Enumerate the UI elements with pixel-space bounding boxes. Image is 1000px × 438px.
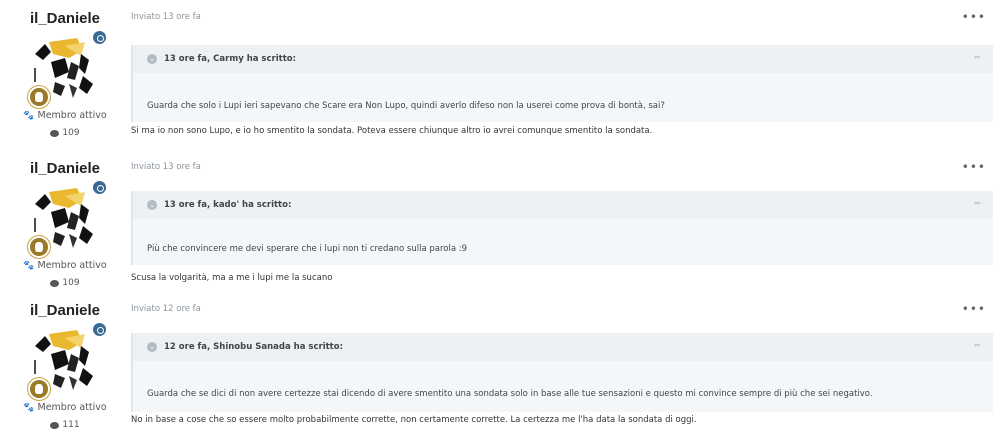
author-panel: il_Daniele 🐾 Membro attivo — [0, 160, 130, 288]
post-timestamp[interactable]: Inviato 13 ore fa — [131, 12, 201, 22]
author-panel: il_Daniele 🐾 Membro attivo — [0, 302, 130, 430]
author-name[interactable]: il_Daniele — [0, 10, 130, 27]
chevron-circle-icon[interactable]: ⌄ — [147, 54, 157, 64]
rank-badge-icon — [28, 236, 50, 258]
post: il_Daniele 🐾 Membro attivo — [0, 10, 1000, 150]
author-panel: il_Daniele 🐾 Membro attivo — [0, 10, 130, 138]
avatar[interactable] — [25, 29, 108, 108]
post: il_Daniele 🐾 Membro attivo — [0, 302, 1000, 438]
member-rank: 🐾 Membro attivo — [0, 260, 130, 271]
rank-badge-icon — [28, 86, 50, 108]
quote-text: Guarda che solo i Lupi ieri sapevano che… — [147, 101, 665, 111]
avatar[interactable] — [25, 179, 108, 258]
rank-badge-icon — [28, 378, 50, 400]
quote-text: Guarda che se dici di non avere certezze… — [147, 389, 873, 399]
paw-icon: 🐾 — [23, 110, 35, 121]
speech-bubble-icon — [50, 279, 60, 287]
post-count[interactable]: 109 — [0, 278, 130, 288]
post-count[interactable]: 109 — [0, 128, 130, 138]
reputation-badge-icon — [91, 321, 108, 338]
paw-icon: 🐾 — [23, 402, 35, 413]
member-rank: 🐾 Membro attivo — [0, 110, 130, 121]
post-content: Si ma io non sono Lupo, e io ho smentito… — [131, 126, 653, 136]
reputation-badge-icon — [91, 179, 108, 196]
post-content: Scusa la volgarità, ma a me i lupi me la… — [131, 273, 333, 283]
post-timestamp[interactable]: Inviato 12 ore fa — [131, 304, 201, 314]
more-options-icon[interactable]: ••• — [962, 10, 986, 24]
author-name[interactable]: il_Daniele — [0, 160, 130, 177]
speech-bubble-icon — [50, 421, 60, 429]
chevron-circle-icon[interactable]: ⌄ — [147, 200, 157, 210]
avatar[interactable] — [25, 321, 108, 400]
post-count-value: 111 — [62, 420, 80, 430]
chevron-circle-icon[interactable]: ⌄ — [147, 342, 157, 352]
paw-icon: 🐾 — [23, 260, 35, 271]
quote-author: 13 ore fa, Carmy ha scritto: — [164, 54, 297, 64]
speech-bubble-icon — [50, 129, 60, 137]
post-timestamp[interactable]: Inviato 13 ore fa — [131, 162, 201, 172]
quote-author: 13 ore fa, kado' ha scritto: — [164, 200, 292, 210]
post-content: No in base a cose che so essere molto pr… — [131, 415, 697, 425]
share-arrow-icon[interactable]: ➦ — [973, 199, 981, 209]
post-count[interactable]: 111 — [0, 420, 130, 430]
rank-label: Membro attivo — [37, 402, 107, 413]
member-rank: 🐾 Membro attivo — [0, 402, 130, 413]
quote-block: ⌄ 13 ore fa, kado' ha scritto: ➦ Più che… — [131, 191, 993, 265]
quote-header[interactable]: ⌄ 12 ore fa, Shinobu Sanada ha scritto: — [133, 333, 993, 361]
post-count-value: 109 — [62, 128, 80, 138]
post-count-value: 109 — [62, 278, 80, 288]
rank-label: Membro attivo — [37, 110, 107, 121]
rank-label: Membro attivo — [37, 260, 107, 271]
more-options-icon[interactable]: ••• — [962, 160, 986, 174]
share-arrow-icon[interactable]: ➦ — [973, 53, 981, 63]
post: il_Daniele 🐾 Membro attivo — [0, 160, 1000, 300]
quote-block: ⌄ 12 ore fa, Shinobu Sanada ha scritto: … — [131, 333, 993, 412]
more-options-icon[interactable]: ••• — [962, 302, 986, 316]
author-name[interactable]: il_Daniele — [0, 302, 130, 319]
quote-block: ⌄ 13 ore fa, Carmy ha scritto: ➦ Guarda … — [131, 45, 993, 122]
quote-author: 12 ore fa, Shinobu Sanada ha scritto: — [164, 342, 343, 352]
quote-header[interactable]: ⌄ 13 ore fa, kado' ha scritto: — [133, 191, 993, 219]
quote-header[interactable]: ⌄ 13 ore fa, Carmy ha scritto: — [133, 45, 993, 73]
quote-text: Più che convincere me devi sperare che i… — [147, 244, 468, 254]
reputation-badge-icon — [91, 29, 108, 46]
share-arrow-icon[interactable]: ➦ — [973, 341, 981, 351]
